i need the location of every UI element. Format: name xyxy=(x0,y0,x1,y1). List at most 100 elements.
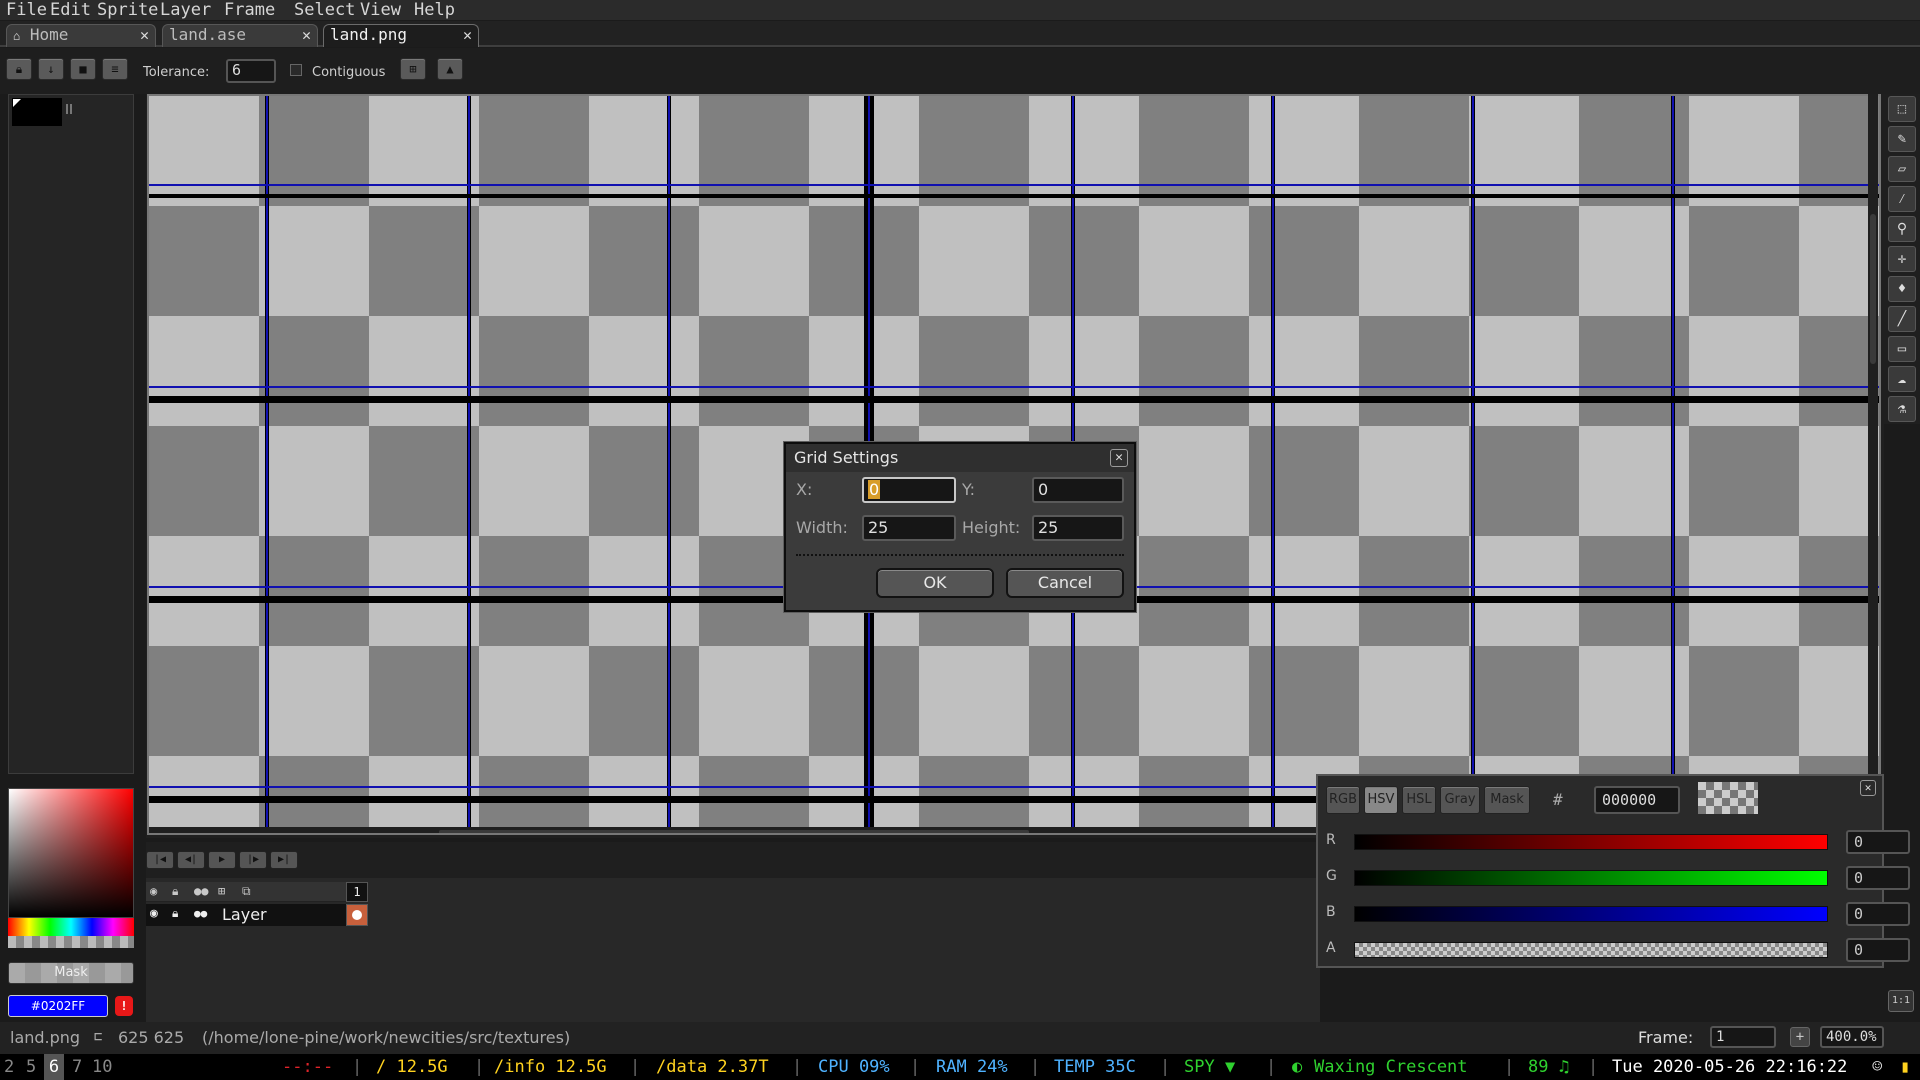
hue-slider[interactable] xyxy=(8,918,134,936)
previous-frame-icon[interactable]: ◀| xyxy=(177,851,205,869)
palette-resize-handle[interactable] xyxy=(66,104,72,114)
menu-select[interactable]: Select xyxy=(294,0,355,20)
cel-frame-1[interactable] xyxy=(346,904,368,926)
sample-layer-icon[interactable]: ⊞ xyxy=(400,58,426,80)
workspace-6[interactable]: 6 xyxy=(44,1054,64,1080)
menu-edit[interactable]: Edit xyxy=(50,0,91,20)
hex-input[interactable]: 000000 xyxy=(1594,786,1680,814)
last-frame-icon[interactable]: ▶| xyxy=(270,851,298,869)
paint-bucket-icon[interactable]: ♦ xyxy=(1888,276,1916,302)
close-icon[interactable]: ✕ xyxy=(1860,780,1876,796)
mode-hsv[interactable]: HSV xyxy=(1364,786,1398,814)
g-slider[interactable] xyxy=(1354,870,1828,886)
menu-frame[interactable]: Frame xyxy=(224,0,275,20)
frame-input[interactable]: 1 xyxy=(1710,1026,1776,1048)
next-frame-icon[interactable]: |▶ xyxy=(239,851,267,869)
height-label: Height: xyxy=(962,518,1021,537)
onion-skin-icon[interactable]: ⊞ xyxy=(218,884,225,898)
layers-icon[interactable]: ⧉ xyxy=(242,884,251,899)
move-icon[interactable]: ✛ xyxy=(1888,246,1916,272)
grid-line-vertical-accent xyxy=(266,96,268,833)
menu-layer[interactable]: Layer xyxy=(160,0,211,20)
pencil-icon[interactable]: ✎ xyxy=(1888,126,1916,152)
ok-button[interactable]: OK xyxy=(876,568,994,598)
lock-icon[interactable]: 🔒︎ xyxy=(6,58,32,80)
alpha-slider[interactable] xyxy=(8,936,134,948)
workspace-5[interactable]: 5 xyxy=(26,1054,36,1080)
cancel-button[interactable]: Cancel xyxy=(1006,568,1124,598)
x-input[interactable]: 0 xyxy=(862,477,956,503)
replace-selection-icon[interactable]: ■ xyxy=(70,58,96,80)
mode-mask[interactable]: Mask xyxy=(1484,786,1530,814)
r-input[interactable]: 0 xyxy=(1846,830,1910,854)
y-input[interactable]: 0 xyxy=(1032,477,1124,503)
a-input[interactable]: 0 xyxy=(1846,938,1910,962)
pivot-icon[interactable]: ↓ xyxy=(38,58,64,80)
zoom-one-to-one-icon[interactable]: 1:1 xyxy=(1888,990,1914,1012)
eyedropper-icon[interactable]: ⁄ xyxy=(1888,186,1916,212)
layer-lock-icon[interactable]: 🔒︎ xyxy=(172,906,178,921)
warning-icon[interactable]: ! xyxy=(115,996,133,1016)
tab-land-ase-label: land.ase xyxy=(169,25,247,44)
close-icon[interactable]: ✕ xyxy=(1110,449,1128,467)
tab-land-ase[interactable]: land.ase ✕ xyxy=(162,24,318,47)
lock-icon[interactable]: 🔒︎ xyxy=(172,884,178,899)
menu-icon[interactable]: ≡ xyxy=(102,58,128,80)
contour-icon[interactable]: ☁ xyxy=(1888,366,1916,392)
width-input[interactable]: 25 xyxy=(862,515,956,541)
saturation-value-picker[interactable] xyxy=(8,788,134,918)
menu-sprite[interactable]: Sprite xyxy=(97,0,158,20)
tolerance-input[interactable]: 6 xyxy=(226,59,276,83)
layer-visible-icon[interactable]: ◉ xyxy=(150,906,158,921)
contiguous-checkbox[interactable] xyxy=(290,64,302,76)
eraser-icon[interactable]: ▱ xyxy=(1888,156,1916,182)
layer-continuous-icon[interactable]: ●● xyxy=(194,907,207,920)
mode-rgb[interactable]: RGB xyxy=(1326,786,1360,814)
height-input[interactable]: 25 xyxy=(1032,515,1124,541)
menu-help[interactable]: Help xyxy=(414,0,455,20)
b-input[interactable]: 0 xyxy=(1846,902,1910,926)
play-icon[interactable]: ▶ xyxy=(208,851,236,869)
tab-home[interactable]: ⌂ Home ✕ xyxy=(6,24,156,47)
workspace-2[interactable]: 2 xyxy=(4,1054,14,1080)
line-icon[interactable]: ╱ xyxy=(1888,306,1916,332)
first-frame-icon[interactable]: |◀ xyxy=(146,851,174,869)
zoom-input[interactable]: 400.0% xyxy=(1820,1026,1884,1048)
y-label: Y: xyxy=(962,480,976,499)
rectangle-icon[interactable]: ▭ xyxy=(1888,336,1916,362)
tab-land-png[interactable]: land.png ✕ xyxy=(323,24,479,47)
workspace-7[interactable]: 7 xyxy=(72,1054,82,1080)
frame-header-1[interactable]: 1 xyxy=(346,882,368,902)
horizontal-scrollbar[interactable] xyxy=(439,830,1029,835)
layer-row[interactable]: ◉ 🔒︎ ●● Layer xyxy=(146,904,366,926)
menu-file[interactable]: File xyxy=(6,0,47,20)
menu-view[interactable]: View xyxy=(360,0,401,20)
g-input[interactable]: 0 xyxy=(1846,866,1910,890)
workspace-10[interactable]: 10 xyxy=(92,1054,112,1080)
foreground-color-button[interactable]: #0202FF xyxy=(8,995,108,1017)
tab-bar: ⌂ Home ✕ land.ase ✕ land.png ✕ xyxy=(0,21,1920,47)
battery-icon[interactable]: ▮ xyxy=(1900,1054,1910,1080)
new-frame-icon[interactable]: + xyxy=(1790,1027,1810,1047)
mode-hsl[interactable]: HSL xyxy=(1402,786,1436,814)
close-icon[interactable]: ✕ xyxy=(140,25,149,45)
system-taskbar: 2 5 6 7 10 --:-- | / 12.5G | /info 12.5G… xyxy=(0,1054,1920,1080)
a-slider[interactable] xyxy=(1354,942,1828,958)
rectangular-marquee-icon[interactable]: ⬚ xyxy=(1888,96,1916,122)
b-slider[interactable] xyxy=(1354,906,1828,922)
eye-icon[interactable]: ◉ xyxy=(150,884,157,898)
r-slider[interactable] xyxy=(1354,834,1828,850)
sample-all-icon[interactable]: ▲ xyxy=(437,58,463,80)
close-icon[interactable]: ✕ xyxy=(302,25,311,45)
zoom-icon[interactable]: ⚲ xyxy=(1888,216,1916,242)
x-label: X: xyxy=(796,480,813,499)
blur-icon[interactable]: ⚗ xyxy=(1888,396,1916,422)
vertical-scrollbar[interactable] xyxy=(1868,94,1878,834)
link-icon[interactable]: ●● xyxy=(194,884,208,898)
disk-root: / 12.5G xyxy=(376,1057,448,1077)
mask-button[interactable]: Mask xyxy=(8,962,134,984)
mode-gray[interactable]: Gray xyxy=(1440,786,1480,814)
close-icon[interactable]: ✕ xyxy=(463,25,472,45)
discord-icon[interactable]: ☺ xyxy=(1872,1054,1882,1080)
frame-label: Frame: xyxy=(1638,1028,1694,1047)
